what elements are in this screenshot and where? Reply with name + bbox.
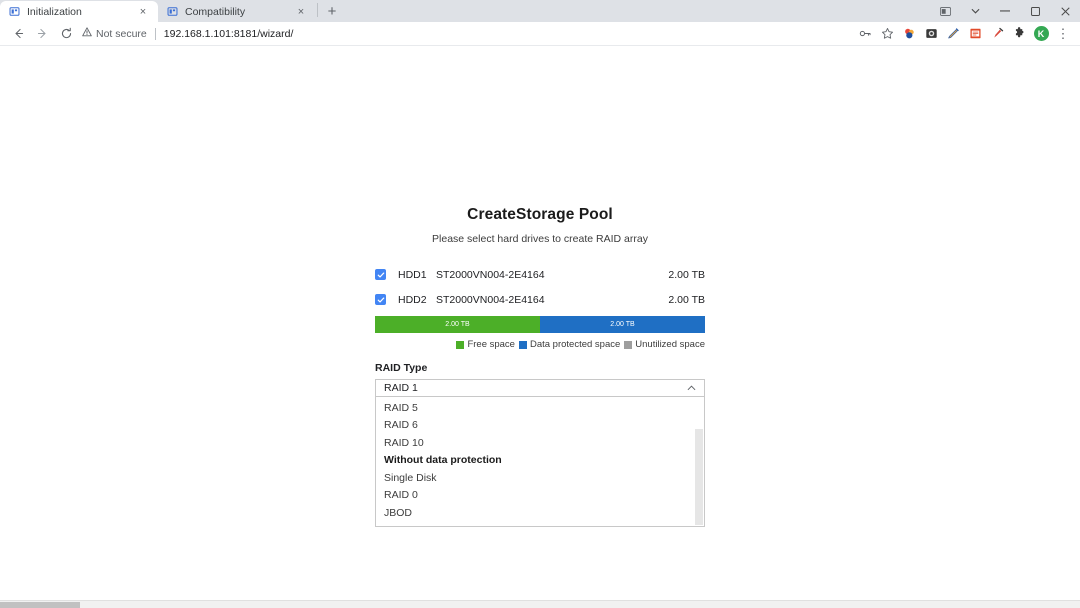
raid-type-dropdown: RAID 5 RAID 6 RAID 10 Without data prote… xyxy=(375,397,705,527)
raid-type-option-raid-6[interactable]: RAID 6 xyxy=(376,417,704,435)
security-label: Not secure xyxy=(96,27,147,40)
profile-initial: K xyxy=(1033,26,1049,41)
capacity-segment-protected: 2.00 TB xyxy=(540,316,705,333)
legend-label: Free space xyxy=(467,339,515,350)
minimize-button[interactable] xyxy=(990,0,1020,22)
dropdown-scrollbar[interactable] xyxy=(695,429,703,525)
legend-swatch-icon xyxy=(518,340,527,349)
reload-button[interactable] xyxy=(54,23,78,45)
password-key-icon[interactable] xyxy=(854,23,876,45)
raid-type-selected-value: RAID 1 xyxy=(384,382,418,394)
security-indicator[interactable]: Not secure xyxy=(82,27,147,40)
legend-item-free-space: Free space xyxy=(456,339,515,350)
chevron-up-icon xyxy=(687,384,696,393)
warning-triangle-icon xyxy=(82,27,92,40)
maximize-button[interactable] xyxy=(1020,0,1050,22)
menu-dots: ⋮ xyxy=(1056,25,1070,41)
drive-checkbox-hdd2[interactable] xyxy=(375,294,386,305)
page-subtitle: Please select hard drives to create RAID… xyxy=(432,233,648,245)
extension-camera-icon[interactable] xyxy=(920,23,942,45)
drive-row[interactable]: HDD1 ST2000VN004-2E4164 2.00 TB xyxy=(375,266,705,283)
media-cast-icon[interactable] xyxy=(930,0,960,22)
drive-model: ST2000VN004-2E4164 xyxy=(436,293,545,306)
drive-capacity: 2.00 TB xyxy=(668,268,705,281)
storage-pool-wizard: CreateStorage Pool Please select hard dr… xyxy=(375,206,705,527)
toolbar-icons: K ⋮ xyxy=(854,23,1074,45)
tab-divider xyxy=(317,2,318,17)
legend-item-data-protected-space: Data protected space xyxy=(518,339,621,350)
url-text: 192.168.1.101:8181/wizard/ xyxy=(163,27,294,40)
raid-type-option-raid-5[interactable]: RAID 5 xyxy=(376,399,704,417)
raid-type-group-without-data-protection: Without data protection xyxy=(384,454,502,467)
avatar[interactable]: K xyxy=(1030,23,1052,45)
back-button[interactable] xyxy=(6,23,30,45)
browser-menu-icon[interactable]: ⋮ xyxy=(1052,23,1074,45)
raid-type-label: RAID Type xyxy=(375,362,428,374)
device-icon xyxy=(166,6,178,18)
legend-item-unutilized-space: Unutilized space xyxy=(624,339,705,350)
extension-dropper-icon[interactable] xyxy=(986,23,1008,45)
page-horizontal-scrollbar[interactable] xyxy=(0,600,1080,608)
drive-name: HDD2 xyxy=(398,293,427,306)
new-tab-button[interactable]: + xyxy=(319,1,345,22)
omnibox-divider xyxy=(154,27,156,40)
drive-list: HDD1 ST2000VN004-2E4164 2.00 TB HDD2 ST2… xyxy=(375,266,705,308)
raid-type-select[interactable]: RAID 1 xyxy=(375,379,705,397)
address-bar[interactable]: Not secure 192.168.1.101:8181/wizard/ xyxy=(82,25,854,43)
legend-label: Unutilized space xyxy=(635,339,705,350)
page-title: CreateStorage Pool xyxy=(467,206,613,223)
legend-label: Data protected space xyxy=(529,339,621,350)
extension-toolbox-icon[interactable] xyxy=(964,23,986,45)
drive-row[interactable]: HDD2 ST2000VN004-2E4164 2.00 TB xyxy=(375,291,705,308)
raid-type-option-single-disk[interactable]: Single Disk xyxy=(376,469,704,487)
raid-type-option-list: RAID 5 RAID 6 RAID 10 Without data prote… xyxy=(376,397,704,522)
capacity-bar: 2.00 TB 2.00 TB xyxy=(375,316,705,333)
tab-close-icon[interactable]: × xyxy=(294,5,308,19)
drive-model: ST2000VN004-2E4164 xyxy=(436,268,545,281)
wizard-page: CreateStorage Pool Please select hard dr… xyxy=(0,46,1080,608)
tab-close-icon[interactable]: × xyxy=(136,5,150,19)
drive-capacity: 2.00 TB xyxy=(668,293,705,306)
browser-toolbar: Not secure 192.168.1.101:8181/wizard/ K … xyxy=(0,22,1080,46)
browser-window: Initialization × Compatibility × + Not s… xyxy=(0,0,1080,608)
capacity-legend: Free space Data protected space Unutiliz… xyxy=(375,339,705,350)
raid-type-option-raid-0[interactable]: RAID 0 xyxy=(376,487,704,505)
extensions-puzzle-icon[interactable] xyxy=(1008,23,1030,45)
device-icon xyxy=(8,6,20,18)
legend-swatch-icon xyxy=(456,340,465,349)
chevron-down-icon[interactable] xyxy=(960,0,990,22)
tab-initialization[interactable]: Initialization × xyxy=(0,1,158,22)
drive-checkbox-hdd1[interactable] xyxy=(375,269,386,280)
legend-swatch-icon xyxy=(624,340,633,349)
scrollbar-thumb[interactable] xyxy=(0,602,80,608)
tab-compatibility[interactable]: Compatibility × xyxy=(158,1,316,22)
extension-colorball-icon[interactable] xyxy=(898,23,920,45)
forward-button[interactable] xyxy=(30,23,54,45)
tab-title: Compatibility xyxy=(185,5,246,18)
tab-strip: Initialization × Compatibility × + xyxy=(0,0,1080,22)
close-button[interactable] xyxy=(1050,0,1080,22)
raid-type-option-raid-10[interactable]: RAID 10 xyxy=(376,434,704,452)
drive-name: HDD1 xyxy=(398,268,427,281)
page-viewport: CreateStorage Pool Please select hard dr… xyxy=(0,46,1080,608)
extension-pencil-icon[interactable] xyxy=(942,23,964,45)
raid-type-option-jbod[interactable]: JBOD xyxy=(376,504,704,522)
bookmark-star-icon[interactable] xyxy=(876,23,898,45)
capacity-segment-free: 2.00 TB xyxy=(375,316,540,333)
window-controls xyxy=(930,0,1080,22)
tab-title: Initialization xyxy=(27,5,82,18)
